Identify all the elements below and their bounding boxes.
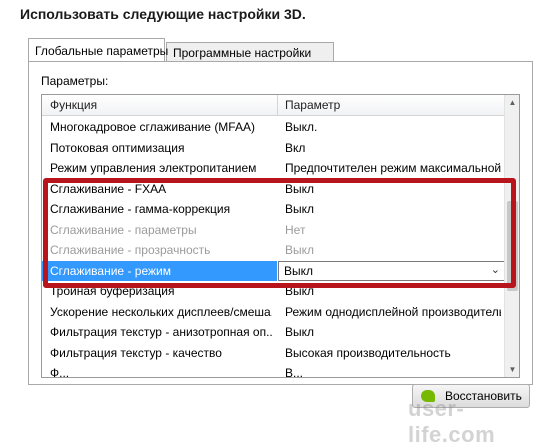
feature-cell: Ф...: [50, 366, 70, 378]
table-row[interactable]: Режим управления электропитанием Предпочт…: [42, 158, 505, 179]
setting-cell: В...: [285, 366, 304, 378]
feature-cell: Сглаживание - режим: [50, 263, 171, 278]
column-divider[interactable]: [277, 95, 278, 116]
setting-dropdown[interactable]: Выкл ⌄: [278, 260, 505, 281]
setting-cell: Выкл.: [285, 120, 318, 134]
setting-cell: Выкл: [285, 243, 315, 257]
column-header-feature[interactable]: Функция: [50, 98, 97, 112]
table-row[interactable]: Потоковая оптимизация Вкл: [42, 138, 505, 159]
setting-cell: Выкл: [285, 284, 315, 298]
feature-cell: Сглаживание - параметры: [50, 222, 197, 237]
chevron-down-icon[interactable]: ⌄: [491, 263, 500, 276]
nvidia-logo-icon: [421, 390, 435, 402]
feature-cell: Режим управления электропитанием: [50, 161, 257, 175]
column-header-setting[interactable]: Параметр: [285, 98, 340, 112]
feature-cell: Сглаживание - FXAA: [50, 181, 167, 196]
table-row[interactable]: Сглаживание - режим Выкл ⌄: [42, 260, 505, 282]
feature-cell: Многокадровое сглаживание (MFAA): [50, 120, 255, 134]
settings-grid: Функция Параметр Многокадровое сглаживан…: [41, 94, 520, 378]
feature-cell: Сглаживание - прозрачность: [50, 243, 211, 257]
params-label: Параметры:: [41, 74, 109, 88]
feature-cell: Фильтрация текстур - анизотропная оп...: [50, 325, 272, 339]
table-row[interactable]: Тройная буферизация Выкл: [42, 281, 505, 302]
scrollbar-thumb[interactable]: [507, 201, 518, 291]
table-row[interactable]: Ф... В...: [42, 363, 505, 378]
dropdown-value: Выкл: [284, 263, 314, 278]
setting-cell: Выкл: [285, 181, 315, 196]
feature-cell: Потоковая оптимизация: [50, 140, 185, 155]
setting-cell: Выкл: [285, 325, 315, 339]
setting-cell: Высокая производительность: [285, 345, 451, 360]
table-row[interactable]: Сглаживание - параметры Нет: [42, 220, 505, 241]
tab-global-settings[interactable]: Глобальные параметры: [28, 38, 168, 61]
grid-header: Функция Параметр: [42, 95, 505, 116]
vertical-scrollbar[interactable]: ▲ ▼: [504, 95, 519, 377]
tab-strip: Программные настройки Глобальные парамет…: [28, 38, 528, 62]
page-title: Использовать следующие настройки 3D.: [20, 6, 306, 22]
setting-cell: Режим однодисплейной производитель...: [285, 304, 501, 319]
table-row[interactable]: Сглаживание - прозрачность Выкл: [42, 240, 505, 261]
table-row[interactable]: Фильтрация текстур - анизотропная оп... В…: [42, 322, 505, 343]
setting-cell: Вкл: [285, 140, 306, 155]
scroll-down-icon[interactable]: ▼: [505, 362, 519, 377]
table-row[interactable]: Сглаживание - гамма-коррекция Выкл: [42, 199, 505, 220]
table-row[interactable]: Многокадровое сглаживание (MFAA) Выкл.: [42, 117, 505, 138]
setting-cell: Выкл: [285, 202, 315, 216]
feature-cell: Тройная буферизация: [50, 284, 175, 298]
feature-cell: Ускорение нескольких дисплеев/смеша...: [50, 304, 272, 319]
tab-program-settings[interactable]: Программные настройки: [166, 42, 334, 62]
feature-cell: Фильтрация текстур - качество: [50, 345, 222, 360]
feature-cell: Сглаживание - гамма-коррекция: [50, 202, 231, 216]
scroll-up-icon[interactable]: ▲: [505, 95, 519, 110]
table-row[interactable]: Ускорение нескольких дисплеев/смеша... Ре…: [42, 302, 505, 323]
restore-button-label: Восстановить: [445, 389, 522, 403]
setting-cell: Нет: [285, 222, 306, 237]
table-row[interactable]: Сглаживание - FXAA Выкл: [42, 179, 505, 200]
restore-button[interactable]: Восстановить: [412, 384, 530, 408]
grid-rows: Многокадровое сглаживание (MFAA) Выкл. Пот…: [42, 117, 505, 378]
setting-cell: Предпочтителен режим максимальной п...: [285, 161, 501, 175]
settings-panel: Параметры: Функция Параметр Многокадрово…: [28, 61, 533, 385]
table-row[interactable]: Фильтрация текстур - качество Высокая про…: [42, 343, 505, 364]
